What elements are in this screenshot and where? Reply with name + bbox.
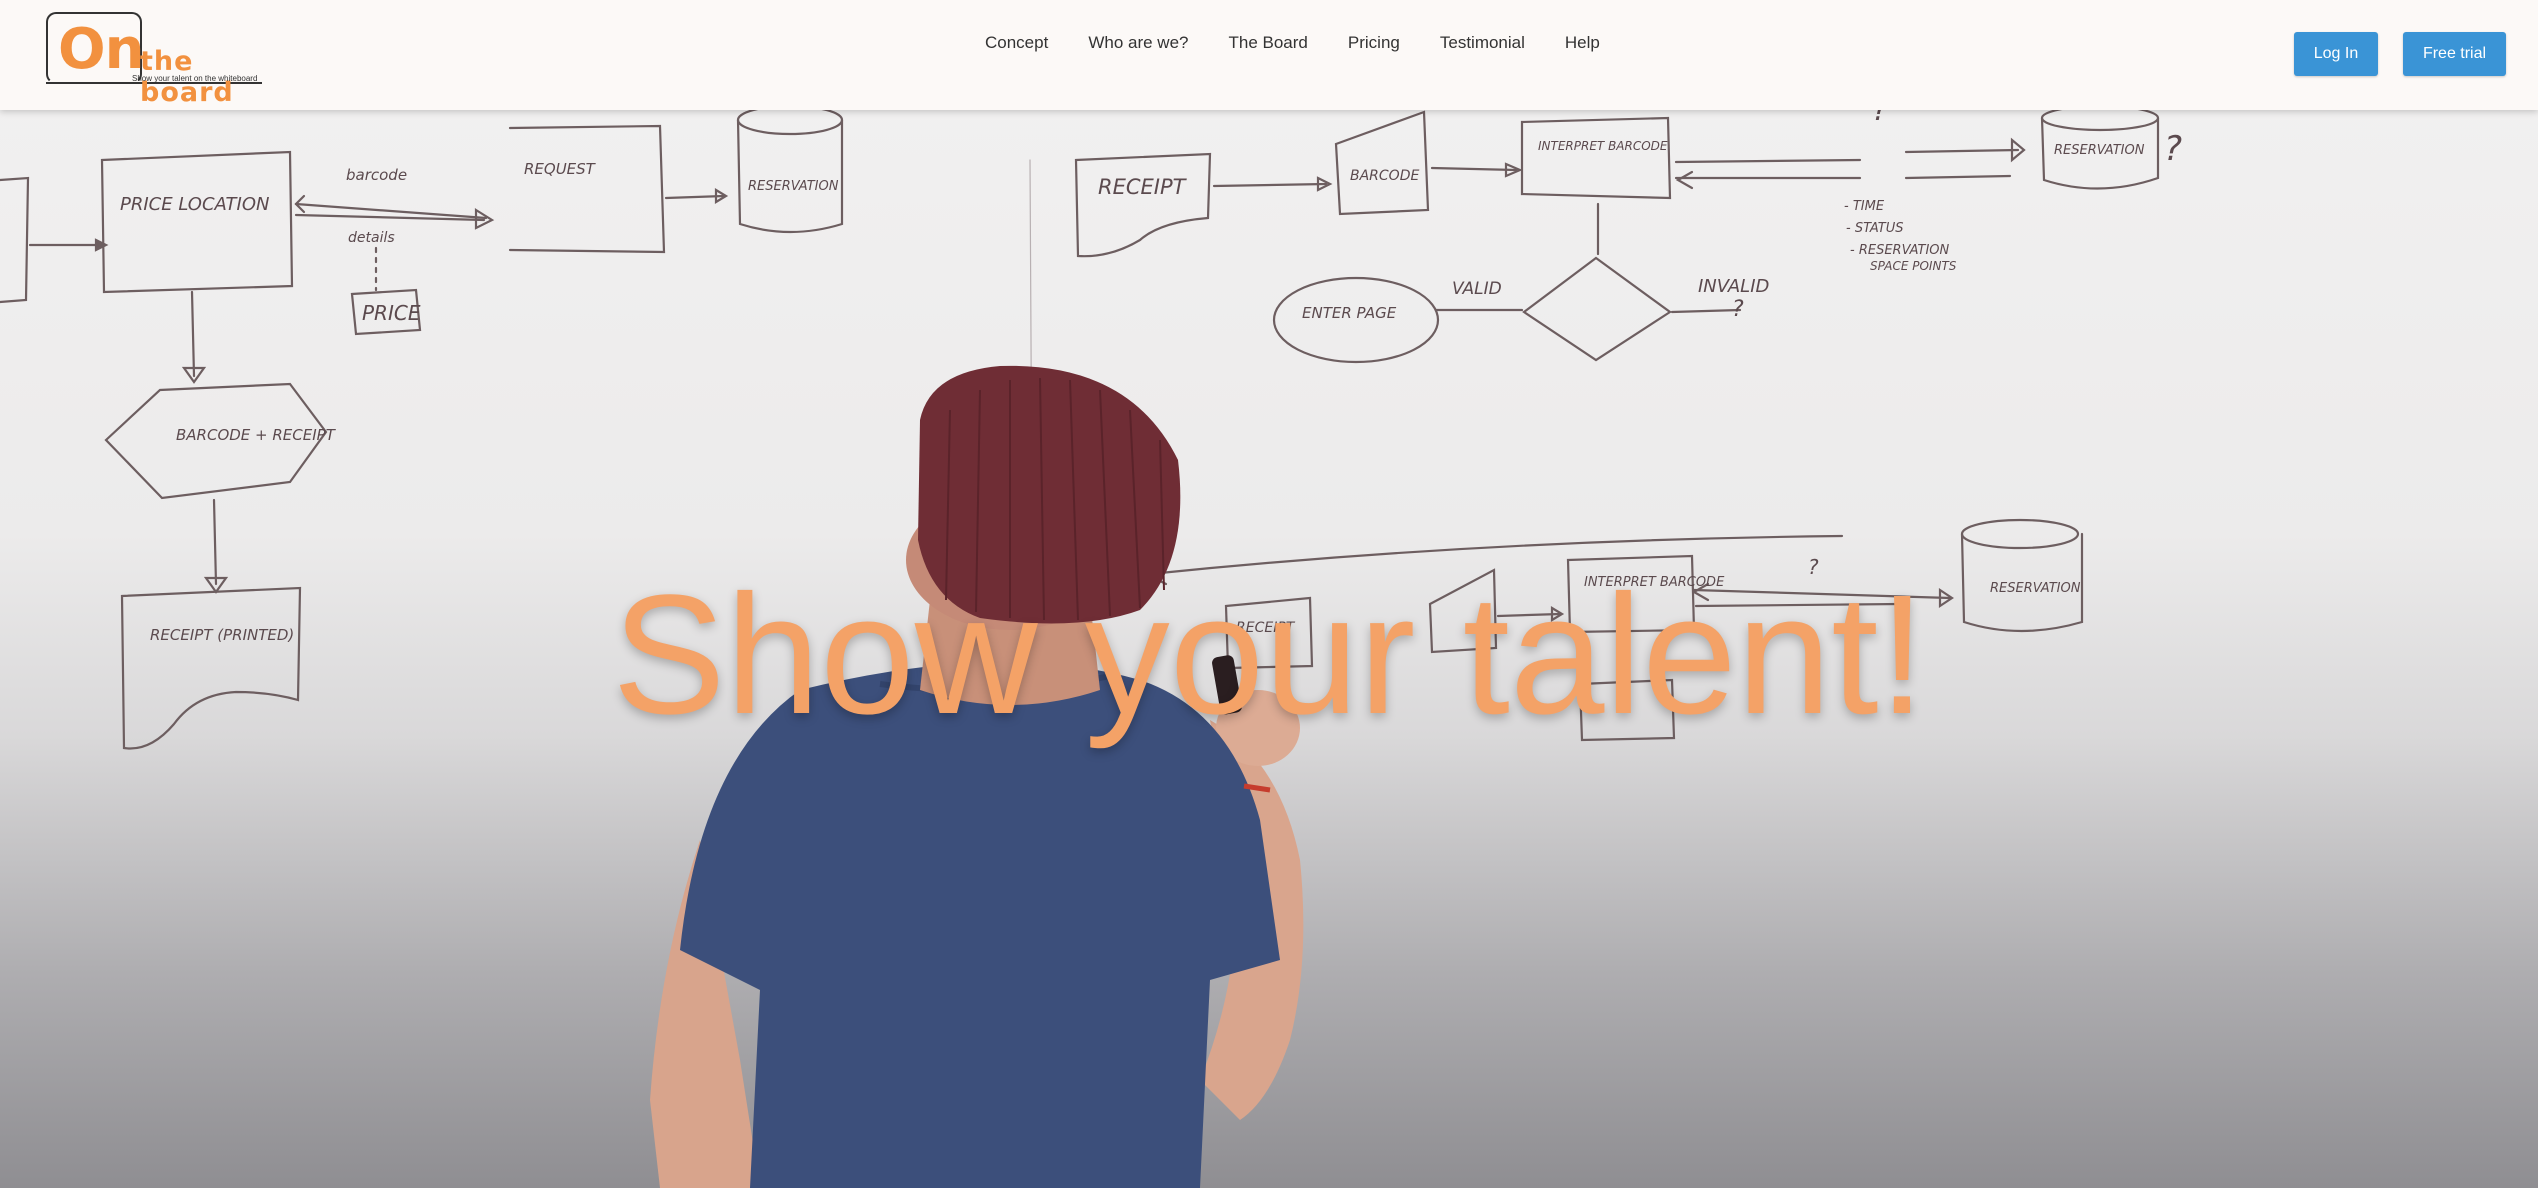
- wb-barcode-top: barcode: [346, 166, 407, 184]
- top-navbar: On the board Show your talent on the whi…: [0, 0, 2538, 110]
- wb-barcode-receipt: BARCODE + RECEIPT: [176, 426, 337, 444]
- free-trial-button[interactable]: Free trial: [2403, 32, 2506, 76]
- wb-reservation-2: RESERVATION: [2054, 143, 2145, 158]
- person-figure: [650, 365, 1304, 1188]
- logo-on-text: On: [58, 17, 144, 82]
- wb-reservation-1: RESERVATION: [748, 179, 839, 194]
- wb-details: details: [348, 230, 395, 246]
- wb-interpret-barcode: INTERPRET BARCODE: [1538, 139, 1668, 153]
- wb-notes-4: SPACE POINTS: [1870, 259, 1957, 273]
- brand-logo[interactable]: On the board Show your talent on the whi…: [46, 12, 286, 108]
- wb-valid: VALID: [1452, 279, 1502, 299]
- nav-item-help[interactable]: Help: [1565, 33, 1600, 53]
- wb-notes-2: - STATUS: [1846, 221, 1903, 236]
- nav-item-testimonial[interactable]: Testimonial: [1440, 33, 1525, 53]
- svg-text:?: ?: [2164, 129, 2182, 169]
- login-button[interactable]: Log In: [2294, 32, 2378, 76]
- svg-text:?: ?: [1732, 297, 1744, 322]
- wb-price-location: PRICE LOCATION: [120, 194, 269, 215]
- nav-item-concept[interactable]: Concept: [985, 33, 1048, 53]
- wb-barcode-mid: BARCODE: [1350, 168, 1419, 184]
- wb-price: PRICE: [362, 301, 421, 325]
- wb-enter-page: ENTER PAGE: [1302, 304, 1397, 322]
- hero-title: Show your talent!: [612, 560, 1926, 750]
- landing-page: PRICE LOCATION barcode details PRICE REQ…: [0, 0, 2538, 1188]
- wb-notes-3: - RESERVATION: [1850, 243, 1950, 258]
- wb-request: REQUEST: [524, 160, 597, 178]
- nav-item-the-board[interactable]: The Board: [1229, 33, 1308, 53]
- wb-notes-1: - TIME: [1844, 199, 1885, 214]
- main-nav: Concept Who are we? The Board Pricing Te…: [985, 33, 1600, 53]
- wb-invalid: INVALID: [1698, 276, 1769, 297]
- nav-item-who-are-we[interactable]: Who are we?: [1088, 33, 1188, 53]
- logo-tagline: Show your talent on the whiteboard: [132, 74, 258, 83]
- nav-item-pricing[interactable]: Pricing: [1348, 33, 1400, 53]
- wb-receipt: RECEIPT: [1098, 175, 1188, 199]
